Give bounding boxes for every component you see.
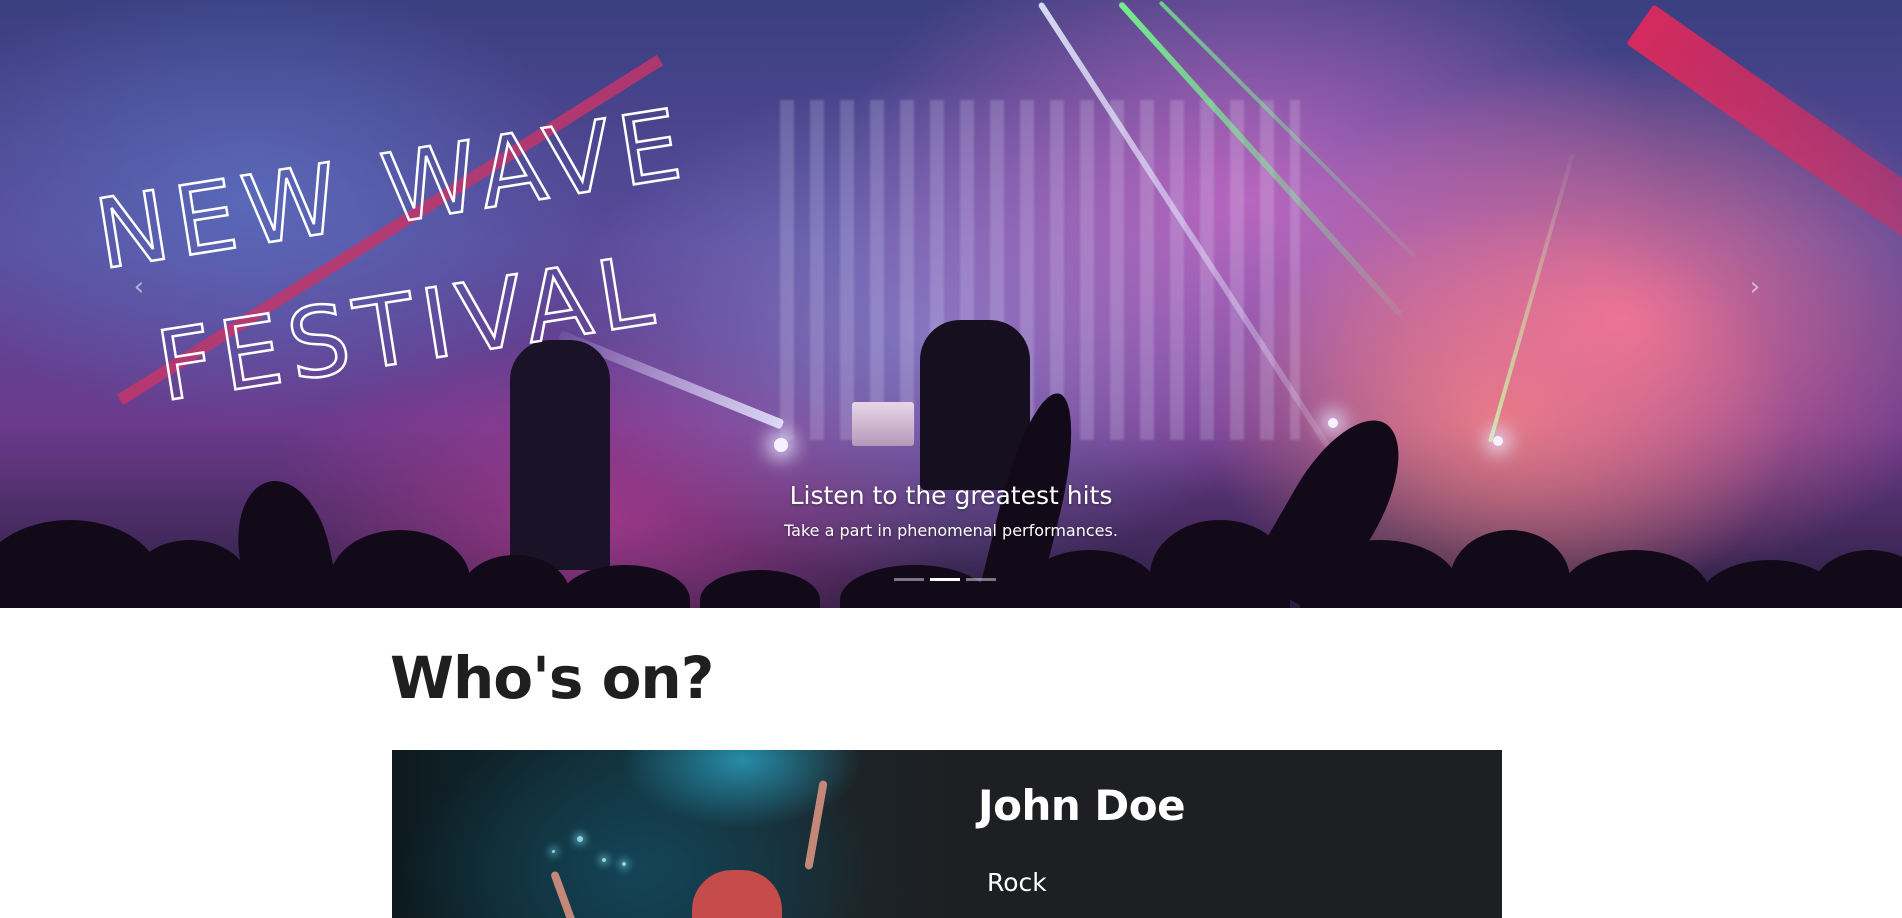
stage-backdrop — [780, 100, 1300, 440]
stage-light — [1328, 418, 1338, 428]
caption-title: Listen to the greatest hits — [789, 481, 1113, 510]
hero-carousel: NEW WAVE FESTIVAL ‹ › Listen to the grea… — [0, 0, 1902, 608]
chevron-right-icon[interactable]: › — [1740, 272, 1770, 302]
section-title: Who's on? — [390, 644, 714, 712]
caption-text: Take a part in phenomenal performances. — [784, 521, 1118, 540]
stage-light — [1493, 436, 1503, 446]
artist-photo — [392, 750, 952, 918]
artist-card[interactable]: John Doe Rock — [392, 750, 1502, 918]
artist-name: John Doe — [978, 781, 1186, 830]
chevron-left-icon[interactable]: ‹ — [124, 272, 154, 302]
carousel-indicator[interactable] — [894, 578, 924, 581]
artist-genre: Rock — [987, 868, 1047, 897]
carousel-indicator[interactable] — [966, 578, 996, 581]
carousel-indicator-active[interactable] — [930, 578, 960, 581]
carousel-indicators — [894, 578, 996, 584]
carousel-caption: Listen to the greatest hits Take a part … — [651, 476, 1251, 544]
festival-logo: NEW WAVE FESTIVAL — [87, 54, 697, 420]
light-beam — [1488, 153, 1575, 443]
stage-light — [774, 438, 788, 452]
laptop — [852, 402, 914, 446]
